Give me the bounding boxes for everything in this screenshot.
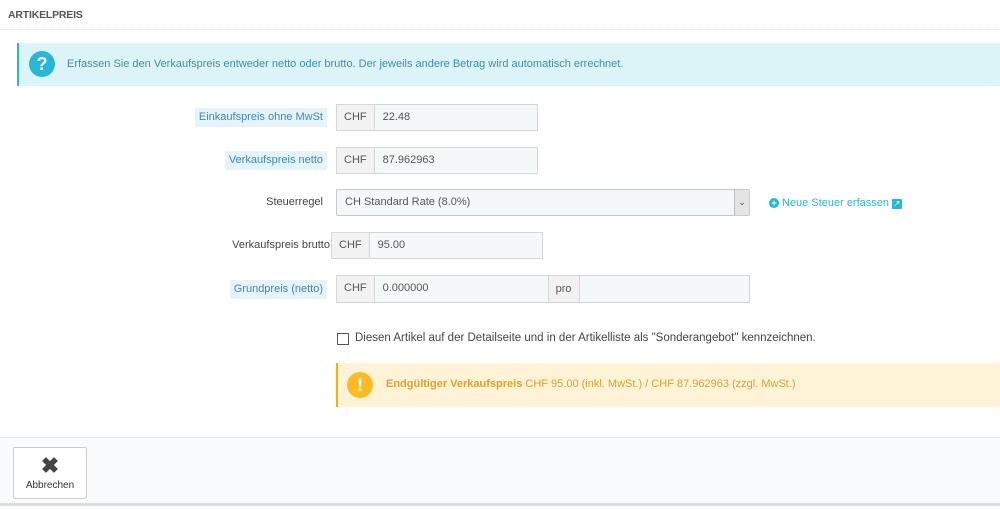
- tax-rule-select[interactable]: CH Standard Rate (8.0%) ⌄: [336, 189, 750, 216]
- purchase-price-label[interactable]: Einkaufspreis ohne MwSt: [194, 108, 327, 127]
- new-tax-link[interactable]: + Neue Steuer erfassen ↗: [769, 197, 903, 209]
- close-icon: ✖: [40, 453, 60, 478]
- special-offer-checkbox[interactable]: [337, 333, 349, 345]
- currency-addon: CHF: [337, 105, 375, 130]
- gross-price-group: CHF 95.00: [331, 232, 543, 259]
- exclamation-icon: !: [347, 372, 373, 398]
- currency-addon: CHF: [337, 276, 375, 302]
- special-offer-label[interactable]: Diesen Artikel auf der Detailseite und i…: [355, 332, 816, 344]
- final-price-alert: ! Endgültiger Verkaufspreis CHF 95.00 (i…: [336, 363, 1000, 407]
- tax-rule-label: Steuerregel: [266, 196, 323, 208]
- net-price-label[interactable]: Verkaufspreis netto: [224, 151, 327, 170]
- net-price-group: CHF 87.962963: [336, 147, 538, 174]
- cancel-button[interactable]: ✖ Abbrechen: [13, 447, 87, 499]
- divider: [0, 29, 1000, 30]
- purchase-price-group: CHF 22.48: [336, 104, 538, 131]
- external-link-icon: ↗: [892, 199, 903, 209]
- section-title: ARTIKELPREIS: [8, 9, 83, 21]
- question-icon: ?: [29, 51, 55, 77]
- new-tax-link-label: Neue Steuer erfassen: [782, 197, 890, 209]
- currency-addon: CHF: [332, 233, 370, 258]
- purchase-price-input[interactable]: 22.48: [375, 105, 537, 130]
- gross-price-input[interactable]: 95.00: [370, 233, 542, 258]
- cancel-button-label: Abbrechen: [25, 480, 75, 491]
- net-price-input[interactable]: 87.962963: [375, 148, 537, 173]
- per-addon: pro: [548, 276, 580, 302]
- unit-price-label[interactable]: Grundpreis (netto): [229, 280, 327, 299]
- final-price-text: CHF 95.00 (inkl. MwSt.) / CHF 87.962963 …: [525, 378, 796, 390]
- plus-circle-icon: +: [769, 198, 779, 208]
- info-text: Erfassen Sie den Verkaufspreis entweder …: [67, 58, 624, 70]
- currency-addon: CHF: [337, 148, 375, 173]
- unit-price-group: CHF 0.000000 pro: [336, 275, 750, 303]
- final-price-label: Endgültiger Verkaufspreis: [386, 378, 523, 390]
- unit-input[interactable]: [580, 276, 749, 302]
- info-alert: ? Erfassen Sie den Verkaufspreis entwede…: [17, 43, 1000, 86]
- chevron-down-icon: ⌄: [734, 190, 749, 215]
- form-footer: [0, 437, 1000, 506]
- gross-price-label: Verkaufspreis brutto: [232, 239, 330, 251]
- tax-rule-value: CH Standard Rate (8.0%): [345, 196, 471, 208]
- unit-price-input[interactable]: 0.000000: [375, 276, 549, 302]
